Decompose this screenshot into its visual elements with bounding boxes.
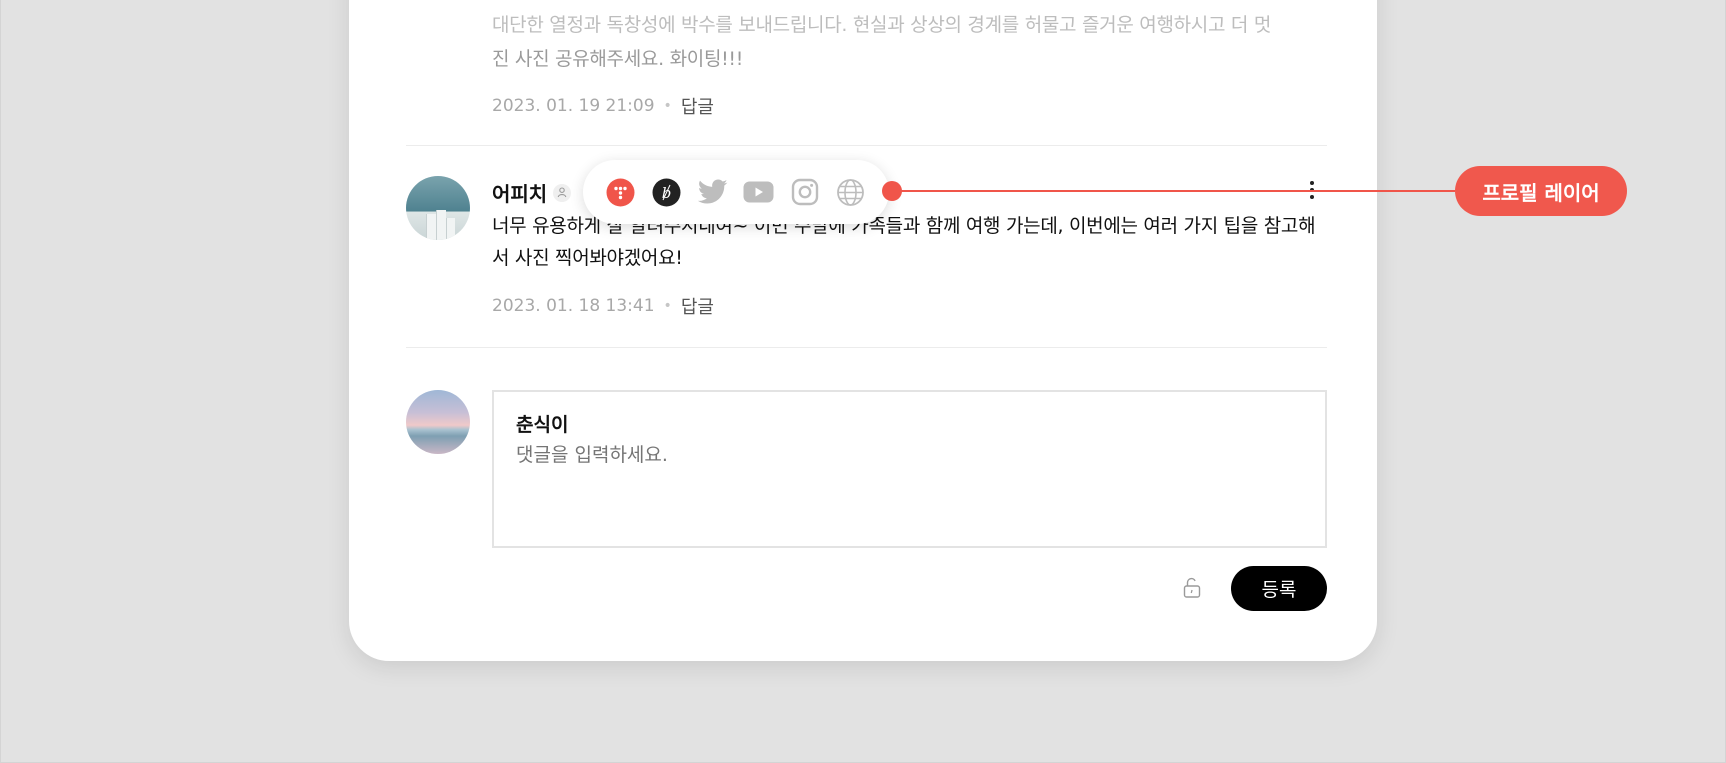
brand-icon[interactable] bbox=[605, 177, 636, 208]
comment-meta: 2023. 01. 18 13:41 • 답글 bbox=[492, 293, 714, 319]
comment-timestamp: 2023. 01. 18 13:41 bbox=[492, 296, 655, 316]
previous-comment-meta: 2023. 01. 19 21:09 • 답글 bbox=[492, 93, 714, 119]
previous-comment-line1: 대단한 열정과 독창성에 박수를 보내드립니다. 현실과 상상의 경계를 허물고… bbox=[492, 14, 1271, 36]
current-user-name: 춘식이 bbox=[516, 414, 569, 436]
comment-author-name: 어피치 bbox=[492, 182, 548, 206]
previous-comment-text: 대단한 열정과 독창성에 박수를 보내드립니다. 현실과 상상의 경계를 허물고… bbox=[492, 8, 1322, 76]
comment-author[interactable]: 어피치 bbox=[492, 178, 572, 207]
callout-label: 프로필 레이어 bbox=[1455, 166, 1627, 216]
unlock-icon[interactable] bbox=[1180, 576, 1204, 600]
previous-comment-line2: 진 사진 공유해주세요. 화이팅!!! bbox=[492, 48, 744, 70]
divider bbox=[406, 347, 1327, 348]
comment-reply-button[interactable]: 답글 bbox=[681, 293, 714, 319]
callout-line bbox=[893, 190, 1455, 192]
instagram-icon[interactable] bbox=[789, 177, 820, 208]
submit-button[interactable]: 등록 bbox=[1231, 566, 1327, 611]
profile-badge-icon[interactable] bbox=[553, 183, 572, 202]
profile-layer: b bbox=[583, 160, 889, 224]
separator-dot: • bbox=[663, 98, 672, 114]
comment-input[interactable] bbox=[516, 444, 1296, 466]
twitter-icon[interactable] bbox=[697, 177, 728, 208]
current-user-avatar bbox=[406, 390, 470, 454]
avatar[interactable] bbox=[406, 176, 470, 240]
brunch-icon[interactable]: b bbox=[651, 177, 682, 208]
callout-dot bbox=[882, 181, 902, 201]
globe-icon[interactable] bbox=[835, 177, 866, 208]
previous-comment-reply-button[interactable]: 답글 bbox=[681, 93, 714, 119]
youtube-icon[interactable] bbox=[743, 177, 774, 208]
comment-compose-box[interactable]: 춘식이 bbox=[492, 390, 1327, 548]
previous-comment-timestamp: 2023. 01. 19 21:09 bbox=[492, 96, 655, 116]
separator-dot: • bbox=[663, 298, 672, 314]
divider bbox=[406, 145, 1327, 146]
